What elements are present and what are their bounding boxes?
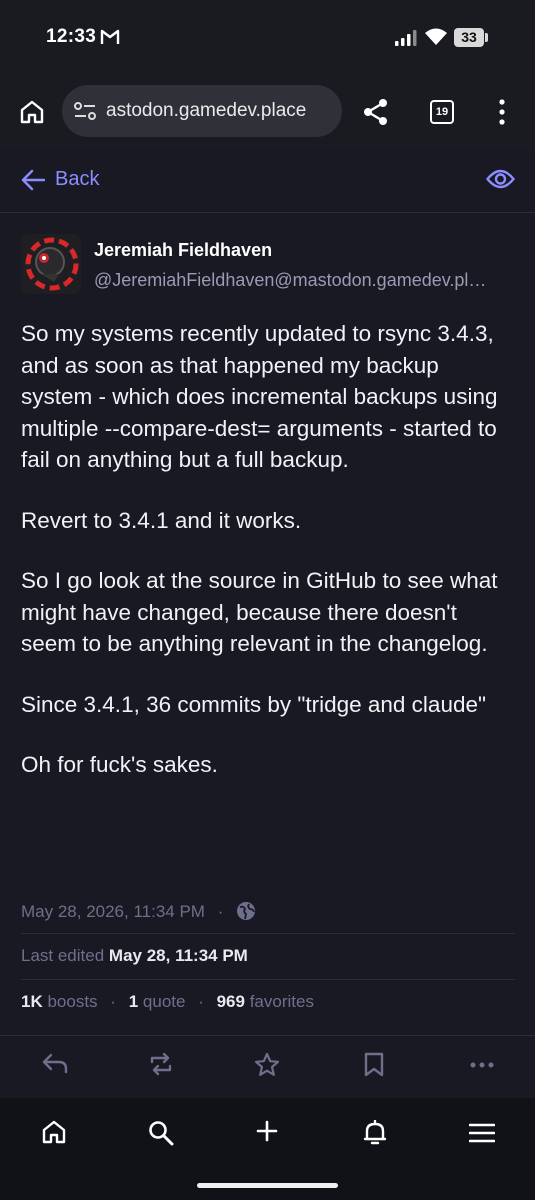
post-counts: 1K boosts · 1 quote · 969 favorites xyxy=(21,992,314,1012)
back-button[interactable]: Back xyxy=(0,148,130,212)
post-paragraph: So my systems recently updated to rsync … xyxy=(21,321,498,472)
boosts-link[interactable]: 1K boosts xyxy=(21,992,98,1011)
post-action-bar xyxy=(0,1035,535,1098)
tab-switcher-button[interactable]: 19 xyxy=(430,100,454,124)
boosts-count: 1K xyxy=(21,992,43,1011)
nav-search-icon[interactable] xyxy=(148,1120,174,1146)
edited-label: Last edited xyxy=(21,946,105,965)
battery-tip xyxy=(485,33,488,42)
star-icon[interactable] xyxy=(254,1052,280,1077)
avatar-image xyxy=(21,234,81,294)
nav-menu-icon[interactable] xyxy=(469,1123,495,1143)
quotes-link[interactable]: 1 quote xyxy=(129,992,186,1011)
edited-time: May 28, 11:34 PM xyxy=(108,946,248,965)
arrow-left-icon xyxy=(21,169,45,191)
favorites-link[interactable]: 969 favorites xyxy=(217,992,314,1011)
separator: · xyxy=(217,902,224,921)
nav-compose-icon[interactable] xyxy=(256,1120,278,1142)
reply-icon[interactable] xyxy=(42,1052,68,1074)
separator: · xyxy=(198,992,204,1011)
back-label: Back xyxy=(55,168,100,190)
more-horiz-icon[interactable] xyxy=(470,1062,494,1068)
quotes-label: quote xyxy=(142,992,186,1011)
home-icon[interactable] xyxy=(19,99,45,125)
edited-info[interactable]: Last edited May 28, 11:34 PM xyxy=(21,946,248,966)
separator: · xyxy=(110,992,116,1011)
post-paragraph: Oh for fuck's sakes. xyxy=(21,752,218,777)
url-text: astodon.gamedev.place xyxy=(106,100,307,121)
globe-icon xyxy=(237,902,256,920)
boosts-label: boosts xyxy=(47,992,98,1011)
display-name[interactable]: Jeremiah Fieldhaven xyxy=(94,240,272,261)
signal-icon xyxy=(395,30,417,46)
site-settings-icon[interactable] xyxy=(74,102,96,120)
account-handle[interactable]: @JeremiahFieldhaven@mastodon.gamedev.pl… xyxy=(94,270,514,291)
wifi-icon xyxy=(425,28,447,45)
avatar[interactable] xyxy=(21,234,81,294)
gmail-icon xyxy=(100,29,120,44)
bottom-navigation xyxy=(0,1098,535,1200)
column-header: Back xyxy=(0,148,535,213)
more-vert-icon[interactable] xyxy=(498,99,506,125)
bookmark-icon[interactable] xyxy=(364,1052,384,1077)
divider xyxy=(21,979,515,980)
status-bar: 12:33 33 xyxy=(0,0,535,74)
post-paragraph: Since 3.4.1, 36 commits by "tridge and c… xyxy=(21,691,486,717)
nav-home-icon[interactable] xyxy=(42,1120,66,1144)
post-paragraph: So I go look at the source in GitHub to … xyxy=(21,568,498,656)
post-timestamp[interactable]: May 28, 2026, 11:34 PM xyxy=(21,902,205,921)
divider xyxy=(21,933,515,934)
favorites-count: 969 xyxy=(216,992,245,1011)
post-content: So my systems recently updated to rsync … xyxy=(21,318,515,810)
share-icon[interactable] xyxy=(362,98,390,126)
boost-icon[interactable] xyxy=(148,1052,174,1076)
address-bar[interactable]: astodon.gamedev.place xyxy=(62,85,342,137)
eye-icon[interactable] xyxy=(486,168,515,190)
favorites-label: favorites xyxy=(249,992,314,1011)
gesture-bar[interactable] xyxy=(197,1183,338,1188)
post-meta: May 28, 2026, 11:34 PM · xyxy=(21,901,256,922)
post-paragraph: Revert to 3.4.1 and it works. xyxy=(21,507,302,533)
browser-toolbar: astodon.gamedev.place 19 xyxy=(0,74,535,148)
nav-notifications-icon[interactable] xyxy=(363,1120,387,1146)
battery-level: 33 xyxy=(454,28,484,47)
quotes-count: 1 xyxy=(128,992,139,1011)
status-time: 12:33 xyxy=(46,26,97,47)
